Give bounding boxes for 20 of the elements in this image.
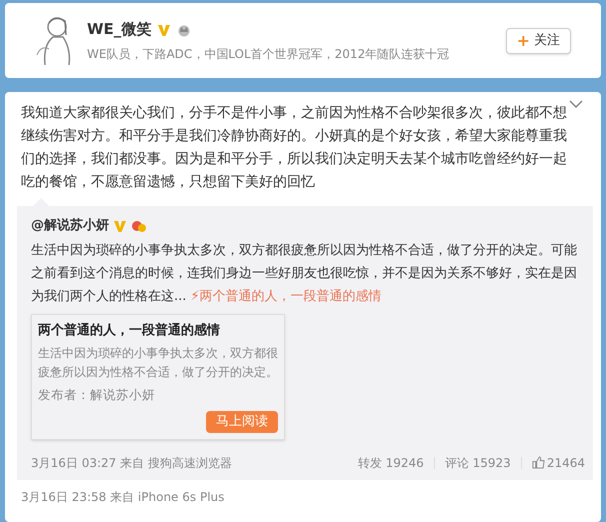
like-count[interactable]: 21464 bbox=[546, 454, 585, 472]
post-text: 我知道大家都很关心我们，分手不是件小事，之前因为性格不合吵架很多次，彼此都不想继续伤害对方。和平分手是我们冷静协商好的。小妍真的是个好女孩，希望大家能尊重我们的选择，我们都没事。因为是和平分手，所以我们决定明天去某个城市吃曾经约好一起吃的餐馆，不愿意留遗憾，只想留下美好的回忆 bbox=[21, 104, 568, 192]
repost-count[interactable]: 转发 19246 bbox=[358, 454, 424, 472]
repost-text: 生活中因为琐碎的小事争执太多次，双方都很疲惫所以因为性格不合适，做了分开的决定。可能之前看到这个消息的时候，连我们身边一些好朋友也很吃惊，并不是因为关系不够好，实在是因为我们两个人的性格在这... ⚡两个普通的人，一段普通的感情 bbox=[31, 242, 578, 306]
thumbs-up-icon[interactable] bbox=[532, 456, 545, 470]
article-title: 两个普通的人，一段普通的感情 bbox=[38, 322, 221, 340]
repost-time: 3月16日 03:27 来自 搜狗高速浏览器 bbox=[31, 454, 233, 472]
user-name[interactable]: WE_微笑 bbox=[87, 18, 152, 41]
repost-author[interactable]: @解说苏小妍 bbox=[31, 216, 109, 236]
comment-count[interactable]: 评论 15923 bbox=[444, 454, 511, 472]
read-now-button[interactable]: 马上阅读 bbox=[206, 410, 278, 433]
article-publisher: 发布者：解说苏小妍 bbox=[38, 386, 156, 404]
article-summary: 生活中因为琐碎的小事争执太多次，双方都很疲惫所以因为性格不合适，做了分开的决定。 bbox=[38, 345, 278, 381]
crown-icon bbox=[177, 22, 192, 36]
article-link[interactable]: ⚡两个普通的人，一段普通的感情 bbox=[190, 288, 382, 304]
follow-button[interactable]: + 关注 bbox=[506, 28, 571, 54]
user-bio: WE队员，下路ADC，中国LOL首个世界冠军，2012年随队连获十冠 bbox=[87, 46, 450, 63]
post-time: 3月16日 23:58 来自 iPhone 6s Plus bbox=[21, 488, 226, 506]
chevron-down-icon[interactable] bbox=[569, 100, 583, 108]
badge-icon bbox=[131, 218, 147, 233]
